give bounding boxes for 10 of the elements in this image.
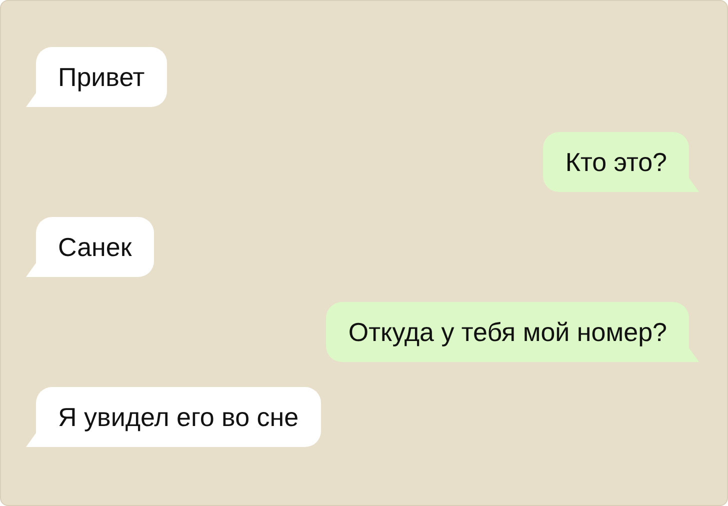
received-message-bubble: Санек — [36, 217, 154, 277]
bubble-tail — [689, 178, 699, 192]
sent-message-bubble: Откуда у тебя мой номер? — [326, 302, 689, 362]
bubble-tail — [689, 348, 699, 362]
bubble-tail — [26, 433, 36, 447]
received-message-bubble: Я увидел его во сне — [36, 387, 321, 447]
received-message-bubble: Привет — [36, 47, 167, 107]
sent-message-bubble: Кто это? — [543, 132, 689, 192]
bubble-tail — [26, 93, 36, 107]
bubble-tail — [26, 263, 36, 277]
